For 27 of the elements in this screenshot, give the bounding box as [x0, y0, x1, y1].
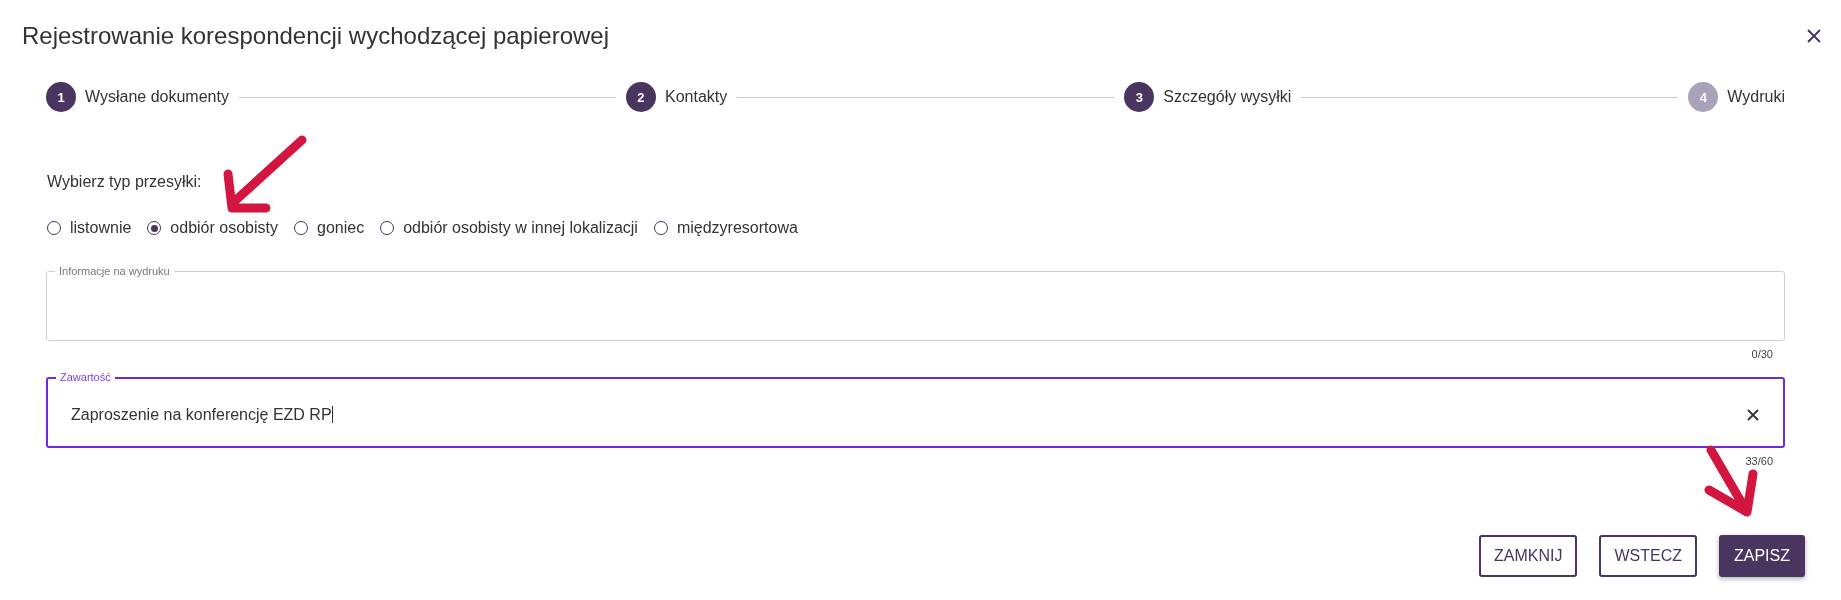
step-number: 4 — [1688, 82, 1719, 112]
field-label: Informacje na wydruku — [58, 265, 171, 278]
step-number: 3 — [1124, 82, 1155, 112]
radio-group-label: Wybierz typ przesyłki: — [47, 173, 202, 191]
radio-label[interactable]: listownie — [70, 219, 132, 237]
step-label: Wydruki — [1727, 88, 1785, 106]
dialog-button[interactable]: WSTECZ — [1599, 535, 1697, 577]
close-icon[interactable] — [1805, 27, 1823, 45]
step-number: 2 — [625, 82, 656, 112]
clear-icon[interactable] — [1746, 408, 1760, 422]
radio-label[interactable]: odbiór osobisty w innej lokalizacji — [403, 219, 638, 237]
dialog-button[interactable]: ZAPISZ — [1719, 535, 1805, 577]
text-field[interactable]: Zawartość Zaproszenie na konferencję EZD RP — [46, 371, 1785, 448]
step-number: 1 — [46, 82, 76, 112]
step-label: Kontakty — [664, 88, 728, 106]
dialog-button[interactable]: ZAMKNIJ — [1479, 535, 1578, 577]
character-counter: 33/60 — [1745, 455, 1773, 468]
field-label: Zawartość — [59, 371, 112, 384]
dialog-title: Rejestrowanie korespondencji wychodzącej papierowej — [22, 22, 609, 50]
character-counter: 0/30 — [1751, 348, 1773, 361]
radio-label[interactable]: międzyresortowa — [676, 219, 798, 237]
radio-label[interactable]: goniec — [317, 219, 365, 237]
step-label: Wysłane dokumenty — [85, 88, 229, 106]
field-value: Zaproszenie na konferencję EZD RP — [71, 406, 334, 424]
step-label: Szczegóły wysyłki — [1163, 88, 1292, 106]
text-field[interactable]: Informacje na wydruku — [46, 265, 1785, 341]
radio-label[interactable]: odbiór osobisty — [170, 219, 278, 237]
